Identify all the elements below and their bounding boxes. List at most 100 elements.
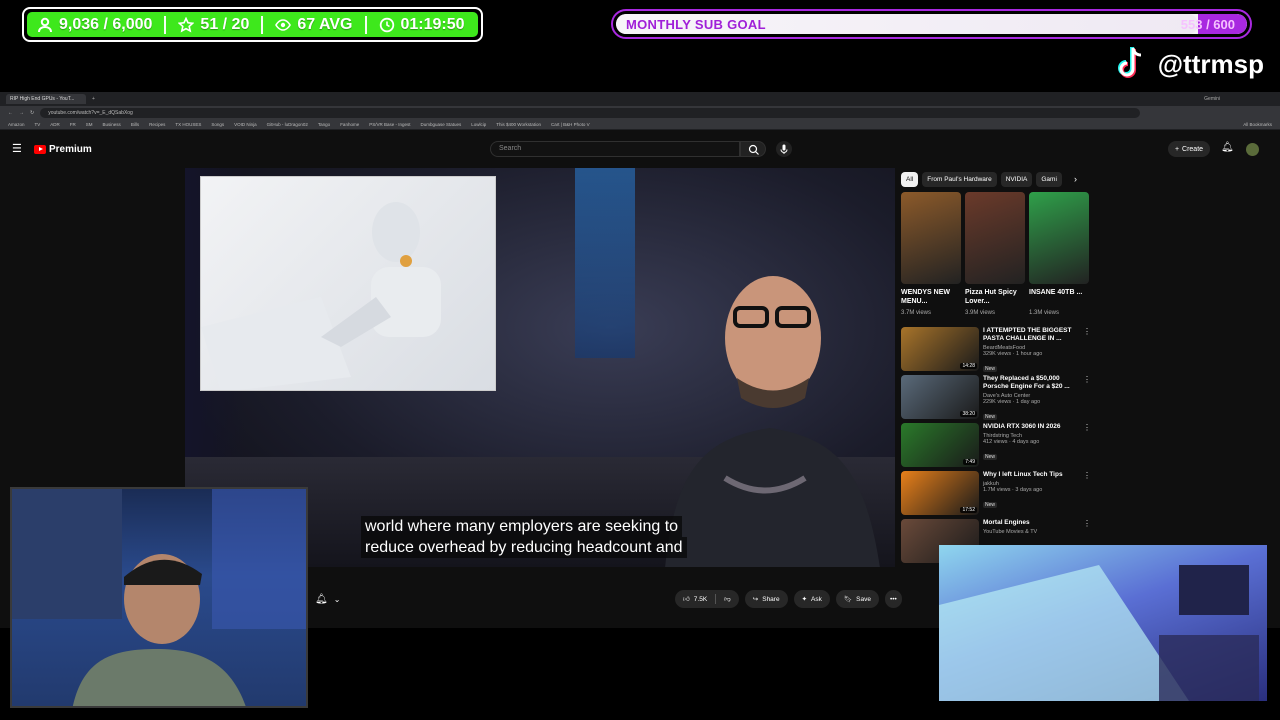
bookmark-item[interactable]: Amazon	[8, 122, 25, 127]
bookmark-item[interactable]: ADR	[50, 122, 60, 127]
bookmark-item[interactable]: Bills	[131, 122, 139, 127]
new-badge: New	[983, 414, 998, 420]
bookmark-item[interactable]: Tango	[318, 122, 330, 127]
like-button[interactable]: 👍︎ 7.5K 👎︎	[675, 590, 739, 608]
video-title[interactable]: Why I left Linux Tech Tips	[983, 471, 1079, 479]
video-meta: 1.7M views · 3 days ago	[983, 487, 1043, 493]
short-title[interactable]: INSANE 40TB ...	[1029, 288, 1089, 306]
short-item[interactable]: Pizza Hut Spicy Lover... 3.9M views	[965, 192, 1025, 316]
channel-name[interactable]: YouTube Movies & TV	[983, 529, 1079, 535]
more-vertical-icon[interactable]: ⋮	[1083, 327, 1091, 375]
bookmark-item[interactable]: Songs	[211, 122, 224, 127]
streamer-figure	[12, 489, 306, 706]
robot-illustration	[201, 202, 441, 390]
save-button[interactable]: 🔖︎ Save	[835, 590, 879, 608]
filter-chip[interactable]: NVIDIA	[1000, 172, 1033, 187]
filter-chip[interactable]: From Paul's Hardware	[922, 172, 997, 187]
bookmark-item[interactable]: TV	[35, 122, 41, 127]
filter-chip[interactable]: Gami	[1036, 172, 1062, 187]
video-title[interactable]: I ATTEMPTED THE BIGGEST PASTA CHALLENGE …	[983, 327, 1079, 343]
bookmark-item[interactable]: VOID Ninja	[234, 122, 257, 127]
bookmark-item[interactable]: PS/VR Base - Ingest	[369, 122, 410, 127]
more-vertical-icon[interactable]: ⋮	[1083, 471, 1091, 519]
shorts-shelf: WENDYS NEW MENU... 3.7M views Pizza Hut Sp…	[901, 192, 1089, 316]
chevron-down-icon[interactable]: ⌄	[334, 595, 341, 604]
bookmark-item[interactable]: FR	[70, 122, 76, 127]
reload-icon[interactable]: ↻	[30, 110, 34, 116]
short-item[interactable]: INSANE 40TB ... 1.3M views	[1029, 192, 1089, 316]
url-field[interactable]: youtube.com/watch?v=_E_dQSabXog	[40, 108, 1141, 118]
youtube-logo[interactable]: Premium	[34, 144, 92, 155]
short-title[interactable]: Pizza Hut Spicy Lover...	[965, 288, 1025, 306]
video-duration: 38:20	[960, 411, 977, 417]
forward-icon[interactable]: →	[19, 110, 24, 116]
chevron-right-icon[interactable]: ›	[1074, 174, 1077, 184]
bookmark-item[interactable]: GitHub - luDragon02	[267, 122, 308, 127]
stream-stats-bar: 9,036 / 6,000 51 / 20 67 AVG 01:19:50	[22, 7, 483, 42]
bookmark-item[interactable]: Dumbguase Statues	[420, 122, 461, 127]
followers-stat: 9,036 / 6,000	[37, 16, 152, 34]
uptime-stat: 01:19:50	[379, 16, 465, 34]
share-icon: ↪	[752, 596, 759, 603]
plus-icon: +	[1174, 145, 1180, 153]
more-vertical-icon[interactable]: ⋮	[1083, 423, 1091, 471]
user-icon	[38, 17, 52, 32]
create-button[interactable]: + Create	[1168, 141, 1210, 157]
room-scene	[939, 565, 1259, 701]
back-icon[interactable]: ←	[8, 110, 13, 116]
subscribe-bell-row[interactable]: 🔔︎ ⌄	[315, 590, 340, 608]
search-button[interactable]	[740, 141, 766, 157]
short-thumbnail[interactable]	[965, 192, 1025, 284]
menu-icon[interactable]: ☰	[12, 142, 22, 155]
bookmark-item[interactable]: This $400 Workstation	[496, 122, 541, 127]
stars-stat: 51 / 20	[178, 16, 249, 34]
filter-chip[interactable]: All	[901, 172, 919, 187]
short-title[interactable]: WENDYS NEW MENU...	[901, 288, 961, 306]
video-thumbnail[interactable]: 7:49	[901, 423, 979, 467]
video-inset-image	[200, 176, 496, 391]
all-bookmarks[interactable]: All Bookmarks	[1243, 122, 1272, 127]
video-title[interactable]: Mortal Engines	[983, 519, 1079, 527]
tab-gemini[interactable]: Gemini	[1204, 96, 1220, 102]
video-thumbnail[interactable]: 38:20	[901, 375, 979, 419]
video-title[interactable]: NVIDIA RTX 3060 IN 2026	[983, 423, 1079, 431]
more-vertical-icon[interactable]: ⋮	[1083, 375, 1091, 423]
sparkle-icon: ✦	[801, 596, 808, 603]
video-thumbnail[interactable]: 17:52	[901, 471, 979, 515]
bookmark-item[interactable]: Lowlcip	[471, 122, 486, 127]
short-thumbnail[interactable]	[901, 192, 961, 284]
bell-icon[interactable]: 🔔︎	[1221, 142, 1234, 153]
clock-icon	[379, 17, 394, 32]
bell-icon[interactable]: 🔔︎	[315, 594, 328, 605]
eye-icon	[275, 18, 292, 31]
viewers-stat: 67 AVG	[275, 16, 353, 34]
bookmark-item[interactable]: SM	[86, 122, 93, 127]
tab-youtube[interactable]: RIP High End GPUs - YouT...	[6, 94, 86, 104]
recommendation-item[interactable]: 17:52 Why I left Linux Tech Tips jakkuh 1.7…	[901, 471, 1091, 519]
new-tab-icon[interactable]: +	[92, 96, 95, 102]
mic-button[interactable]	[776, 141, 792, 157]
video-title[interactable]: They Replaced a $50,000 Porsche Engine F…	[983, 375, 1079, 391]
bookmark-item[interactable]: Cart | B&H Photo V	[551, 122, 590, 127]
bookmark-item[interactable]: Business	[103, 122, 121, 127]
short-item[interactable]: WENDYS NEW MENU... 3.7M views	[901, 192, 961, 316]
webcam-room	[939, 545, 1267, 701]
recommendation-item[interactable]: 7:49 NVIDIA RTX 3060 IN 2026 Thirdstring T…	[901, 423, 1091, 471]
avatar[interactable]	[1246, 143, 1259, 156]
share-button[interactable]: ↪ Share	[744, 590, 788, 608]
recommendation-item[interactable]: 38:20 They Replaced a $50,000 Porsche Eng…	[901, 375, 1091, 423]
video-subtitles: world where many employers are seeking t…	[361, 516, 713, 558]
recommendation-item[interactable]: 14:28 I ATTEMPTED THE BIGGEST PASTA CHALL…	[901, 327, 1091, 375]
search-input[interactable]: Search	[490, 141, 740, 157]
new-badge: New	[983, 454, 998, 460]
bookmark-item[interactable]: Recipes	[149, 122, 165, 127]
ask-button[interactable]: ✦ Ask	[793, 590, 830, 608]
bookmark-item[interactable]: TX HOUSES	[175, 122, 201, 127]
thumbs-up-icon: 👍︎	[683, 596, 690, 603]
thumbs-down-icon[interactable]: 👎︎	[724, 595, 731, 603]
video-duration: 14:28	[960, 363, 977, 369]
more-button[interactable]: •••	[884, 590, 902, 608]
video-thumbnail[interactable]: 14:28	[901, 327, 979, 371]
bookmark-item[interactable]: Fanhome	[340, 122, 359, 127]
short-thumbnail[interactable]	[1029, 192, 1089, 284]
